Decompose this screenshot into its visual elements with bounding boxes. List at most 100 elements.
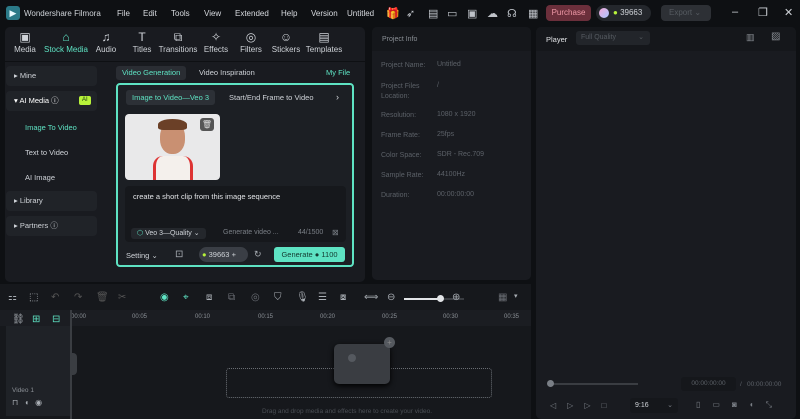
notes-icon[interactable]: ▤ bbox=[428, 7, 438, 20]
aspect-select[interactable]: 9:16 ⌄ bbox=[630, 398, 678, 413]
apps-icon[interactable]: ▦ bbox=[528, 7, 538, 20]
track-resize-handle[interactable] bbox=[70, 353, 77, 375]
delete-icon[interactable]: 🗑 bbox=[200, 118, 214, 131]
tab-titles[interactable]: T Titles bbox=[122, 30, 162, 54]
zoom-slider-handle[interactable] bbox=[437, 295, 444, 302]
menu-view[interactable]: View bbox=[204, 9, 221, 18]
sidebar-item-ai-image[interactable]: AI Image bbox=[25, 173, 55, 182]
volume-icon[interactable]: ◖ bbox=[749, 400, 766, 409]
audio-icon[interactable]: ◖ bbox=[24, 398, 35, 407]
credits-pill[interactable]: ● 39663 + bbox=[199, 247, 248, 262]
camera-icon[interactable]: ◙ bbox=[732, 400, 749, 409]
clear-icon[interactable]: ⊠ bbox=[332, 228, 339, 237]
export-button[interactable]: Export ⌄ bbox=[661, 5, 711, 21]
select-tool-icon[interactable]: ⬚ bbox=[29, 292, 38, 303]
link-icon[interactable]: ⛓ bbox=[12, 314, 25, 325]
marker-icon[interactable]: ⛉ bbox=[274, 292, 282, 303]
play-icon[interactable]: ▷ bbox=[584, 401, 601, 410]
purchase-button[interactable]: Purchase bbox=[546, 5, 591, 21]
mode-image-to-video[interactable]: Image to Video—Veo 3 bbox=[126, 90, 215, 105]
menu-help[interactable]: Help bbox=[281, 9, 297, 18]
eye-icon[interactable]: ◉ bbox=[35, 398, 48, 407]
redo-icon[interactable]: ↷ bbox=[74, 292, 82, 303]
menu-version[interactable]: Version bbox=[311, 9, 338, 18]
audio-list-icon[interactable]: ☰ bbox=[318, 292, 327, 303]
mode-start-end-frame[interactable]: Start/End Frame to Video bbox=[229, 93, 314, 102]
snap-icon[interactable]: ⌖ bbox=[183, 292, 189, 303]
tab-transitions[interactable]: ⧉ Transitions bbox=[158, 30, 198, 54]
prompt-text[interactable]: create a short clip from this image sequ… bbox=[133, 192, 280, 201]
quality-select[interactable]: Full Quality ⌄ bbox=[576, 31, 650, 45]
restore-icon[interactable]: ❐ bbox=[758, 6, 768, 19]
gift-icon[interactable]: 🎁 bbox=[386, 7, 400, 20]
player-progress[interactable] bbox=[551, 383, 638, 385]
lock-icon[interactable]: ⊓ bbox=[12, 398, 24, 407]
menu-file[interactable]: File bbox=[117, 9, 130, 18]
auto-reframe-icon[interactable]: ⧈ bbox=[206, 292, 212, 303]
display-icon[interactable]: ▭ bbox=[712, 400, 732, 409]
tab-stickers[interactable]: ☺ Stickers bbox=[266, 30, 306, 54]
sidebar-item-text-to-video[interactable]: Text to Video bbox=[25, 148, 68, 157]
menu-extended[interactable]: Extended bbox=[235, 9, 269, 18]
sidebar-item-library[interactable]: ▸ Library bbox=[6, 191, 97, 211]
close-icon[interactable]: ✕ bbox=[784, 6, 793, 19]
tab-video-inspiration[interactable]: Video Inspiration bbox=[193, 66, 261, 80]
snapshot-icon[interactable]: ▨ bbox=[771, 31, 780, 42]
sidebar-item-mine[interactable]: ▸ Mine bbox=[6, 66, 97, 86]
freeze-frame-icon[interactable]: ⧉ bbox=[228, 292, 235, 303]
tab-effects[interactable]: ✧ Effects bbox=[196, 30, 236, 54]
next-frame-icon[interactable]: ▷ bbox=[567, 401, 584, 410]
refresh-icon[interactable]: ↻ bbox=[254, 249, 262, 260]
headset-icon[interactable]: ☊ bbox=[507, 7, 517, 20]
uploaded-image: 🗑 bbox=[125, 114, 220, 180]
tab-audio[interactable]: ♫ Audio bbox=[86, 30, 126, 54]
delete-icon[interactable]: 🗑 bbox=[96, 292, 109, 303]
info-label: Color Space: bbox=[381, 152, 422, 159]
tab-media[interactable]: ▣ Media bbox=[5, 30, 45, 54]
credit-count: 39663 bbox=[620, 8, 643, 17]
track-settings-icon[interactable]: ▦ bbox=[498, 292, 507, 303]
generate-button[interactable]: Generate ● 1100 bbox=[274, 247, 345, 262]
setting-dropdown[interactable]: Setting ⌄ bbox=[126, 251, 158, 260]
grid-view-icon[interactable]: ▥ bbox=[746, 32, 755, 43]
menu-edit[interactable]: Edit bbox=[143, 9, 157, 18]
layout-icon[interactable]: ⚏ bbox=[8, 292, 17, 303]
filmora-logo: ▶ bbox=[6, 6, 20, 20]
save-icon[interactable]: ▣ bbox=[467, 7, 477, 20]
add-track-icon[interactable]: ⊞ bbox=[32, 314, 40, 325]
playhead-handle[interactable] bbox=[547, 380, 554, 387]
zoom-in-icon[interactable]: ⊕ bbox=[452, 292, 460, 303]
fit-icon[interactable]: ⟺ bbox=[364, 292, 378, 303]
zoom-out-icon[interactable]: ⊖ bbox=[387, 292, 395, 303]
ai-mate-icon[interactable]: ◉ bbox=[160, 292, 169, 303]
model-select[interactable]: ⬡ Veo 3—Quality ⌄ bbox=[131, 228, 206, 239]
undo-icon[interactable]: ↶ bbox=[51, 292, 59, 303]
export-label: Export bbox=[669, 8, 693, 17]
tab-video-generation[interactable]: Video Generation bbox=[116, 66, 187, 80]
sidebar-item-image-to-video[interactable]: Image To Video bbox=[25, 123, 77, 132]
prev-frame-icon[interactable]: ◁ bbox=[550, 401, 567, 410]
tab-stock-media[interactable]: ⌂ Stock Media bbox=[43, 30, 89, 54]
sidebar-item-ai-media[interactable]: ▾ AI Media ⓘ AI bbox=[6, 91, 97, 111]
my-file-link[interactable]: My File bbox=[320, 66, 356, 80]
ai-image-icon[interactable]: ⊡ bbox=[175, 249, 183, 260]
menu-tools[interactable]: Tools bbox=[171, 9, 190, 18]
cloud-icon[interactable]: ☁ bbox=[487, 7, 498, 20]
tab-templates[interactable]: ▤ Templates bbox=[302, 30, 346, 54]
speed-icon[interactable]: ◎ bbox=[251, 292, 260, 303]
cut-icon[interactable]: ✂ bbox=[118, 292, 126, 303]
minimize-icon[interactable]: – bbox=[732, 6, 738, 18]
track-manager-icon[interactable]: ⊟ bbox=[52, 314, 60, 325]
mic-icon[interactable]: 🎙 bbox=[296, 292, 309, 303]
chevron-right-icon[interactable]: › bbox=[336, 92, 339, 102]
fullscreen-icon[interactable]: ⤡ bbox=[766, 400, 784, 409]
sidebar-item-partners[interactable]: ▸ Partners ⓘ bbox=[6, 216, 97, 236]
split-screen-icon[interactable]: ⧇ bbox=[340, 292, 346, 303]
rocket-icon[interactable]: ➶ bbox=[406, 7, 415, 20]
chevron-down-icon[interactable]: ▾ bbox=[514, 292, 518, 300]
monitor-icon[interactable]: ▭ bbox=[447, 7, 457, 20]
credits-display[interactable]: ● 39663 bbox=[596, 5, 651, 21]
tab-filters[interactable]: ◎ Filters bbox=[231, 30, 271, 54]
device-icon[interactable]: ▯ bbox=[696, 400, 712, 409]
stop-icon[interactable]: □ bbox=[601, 401, 617, 410]
